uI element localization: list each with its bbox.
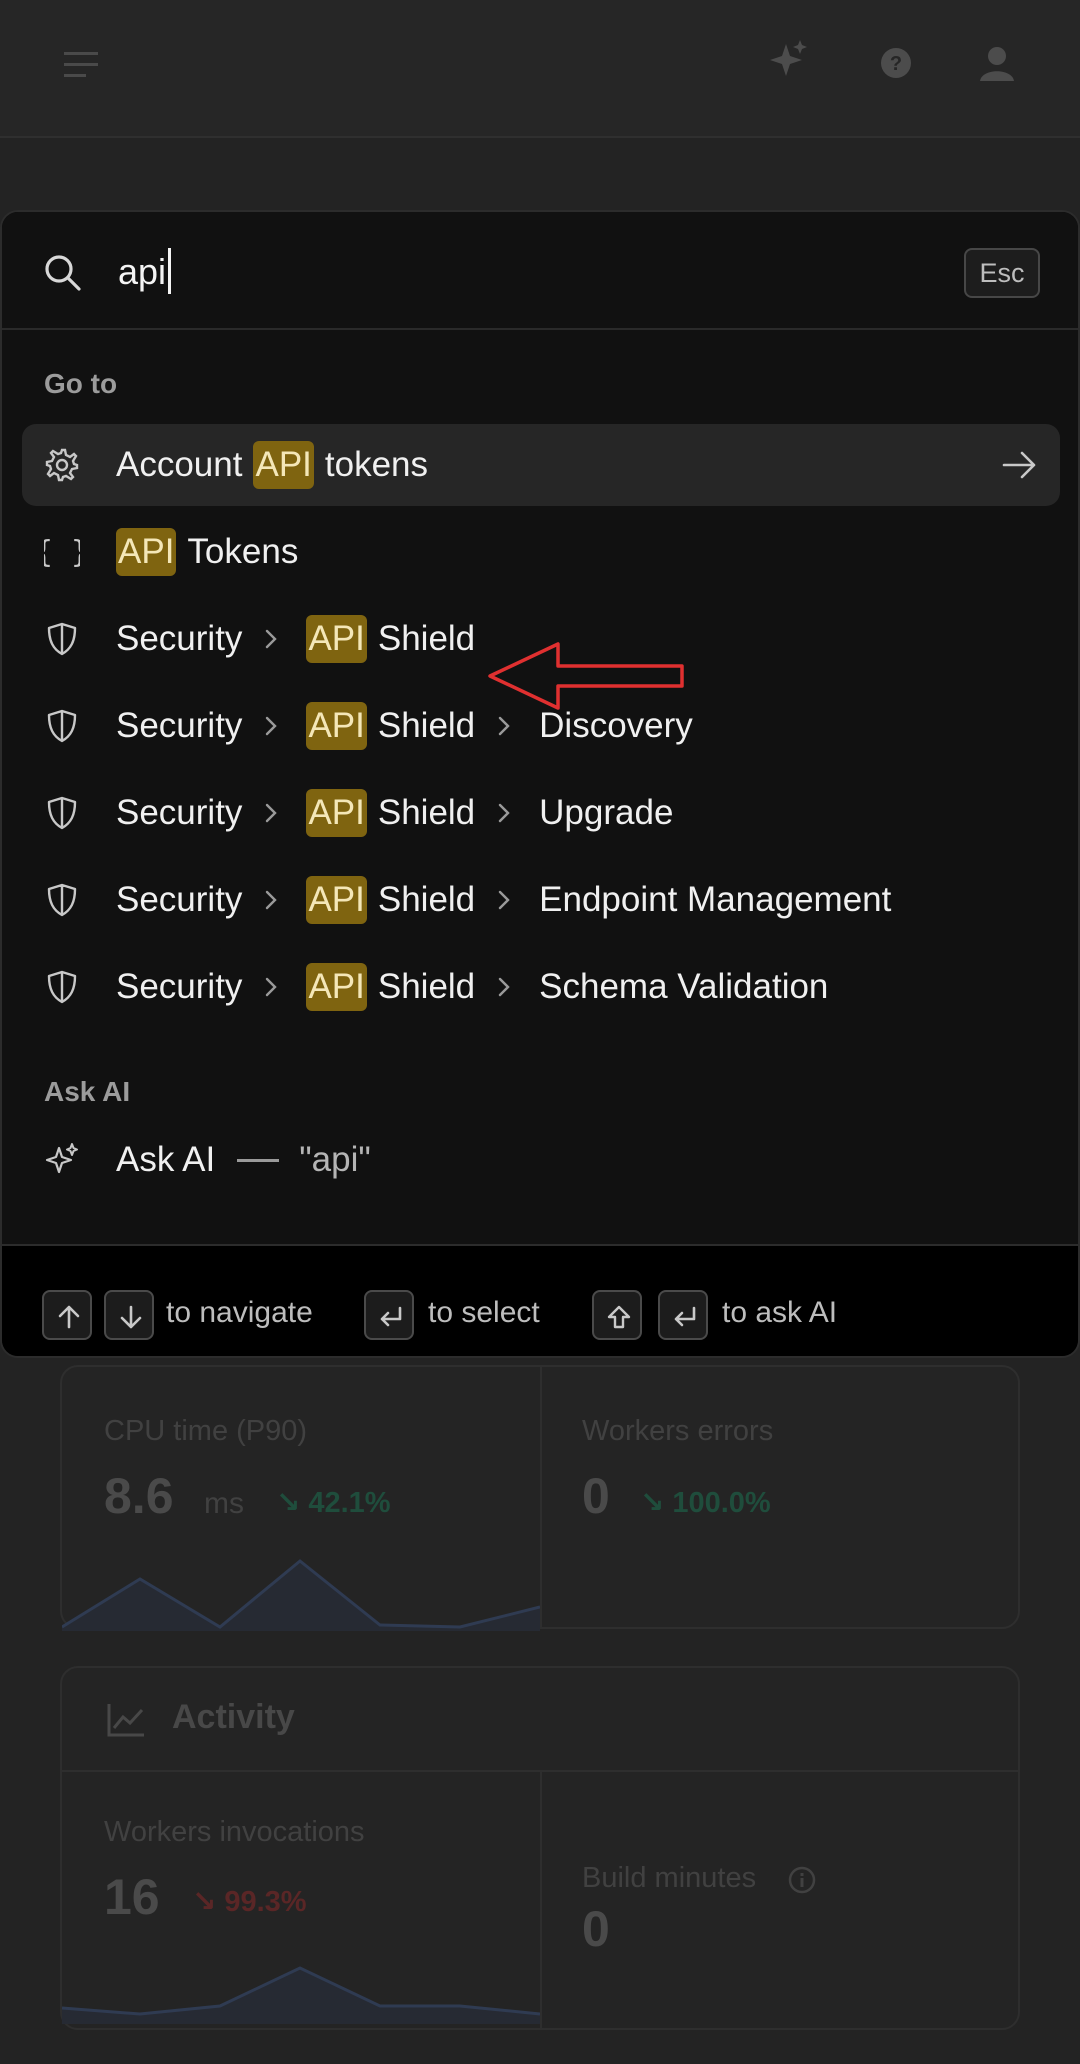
match-highlight: API: [116, 528, 177, 576]
match-highlight: API: [306, 789, 367, 837]
result-label: Shield: [377, 619, 476, 658]
shield-icon: [44, 708, 80, 744]
esc-button[interactable]: Esc: [964, 248, 1040, 298]
shift-key-icon: [592, 1290, 642, 1340]
match-highlight: API: [306, 702, 367, 750]
gear-icon: [44, 447, 80, 483]
chevron-right-icon: [242, 975, 306, 999]
ask-ai-label: Ask AI: [116, 1140, 216, 1179]
result-api-shield-upgrade[interactable]: Security API Shield Upgrade: [22, 772, 1060, 854]
chevron-right-icon: [242, 714, 306, 738]
menu-icon[interactable]: [62, 48, 102, 82]
breadcrumb-label: Security: [116, 880, 243, 919]
enter-key-icon: [364, 1290, 414, 1340]
hint-ask-ai: to ask AI: [722, 1296, 838, 1329]
match-highlight: API: [306, 963, 367, 1011]
search-icon: [42, 252, 82, 292]
chart-line-icon: [106, 1702, 146, 1738]
build-minutes-label: Build minutes: [582, 1862, 757, 1894]
sparkle-icon[interactable]: [766, 38, 810, 82]
chevron-right-icon: [475, 975, 539, 999]
arrow-up-key-icon: [42, 1290, 92, 1340]
info-icon[interactable]: [788, 1866, 816, 1894]
shield-icon: [44, 882, 80, 918]
user-avatar-icon[interactable]: [978, 44, 1016, 82]
breadcrumb-label: Shield: [377, 706, 476, 745]
section-label-ask-ai: Ask AI: [44, 1076, 131, 1107]
invocations-delta: ↘ 99.3%: [192, 1886, 307, 1918]
breadcrumb-label: Shield: [377, 793, 476, 832]
chevron-right-icon: [242, 801, 306, 825]
ask-ai-query: "api": [299, 1140, 371, 1179]
breadcrumb-label: Security: [116, 619, 243, 658]
breadcrumb-label: Security: [116, 967, 243, 1006]
breadcrumb-label: Security: [116, 793, 243, 832]
braces-icon: { }: [44, 534, 80, 570]
invocations-sparkline: [62, 1966, 540, 2024]
svg-text:{ }: { }: [44, 535, 80, 570]
shield-icon: [44, 969, 80, 1005]
workers-errors-value: 0: [582, 1468, 610, 1524]
build-minutes-value: 0: [582, 1901, 610, 1957]
chevron-right-icon: [242, 627, 306, 651]
result-label: Schema Validation: [539, 967, 829, 1006]
enter-key-icon: [658, 1290, 708, 1340]
svg-text:?: ?: [890, 53, 902, 75]
result-label: tokens: [324, 445, 429, 484]
cpu-time-sparkline: [62, 1559, 540, 1631]
arrow-down-key-icon: [104, 1290, 154, 1340]
chevron-right-icon: [242, 888, 306, 912]
shield-icon: [44, 795, 80, 831]
metrics-card: CPU time (P90) 8.6 ms ↘ 42.1% Workers er…: [60, 1365, 1020, 1631]
chevron-right-icon: [475, 714, 539, 738]
chevron-right-icon: [475, 888, 539, 912]
sparkle-icon: [44, 1142, 80, 1178]
invocations-value: 16: [104, 1869, 160, 1925]
dash-separator: [237, 1158, 280, 1162]
help-icon[interactable]: ?: [880, 47, 912, 79]
result-account-api-tokens[interactable]: Account API tokens: [22, 424, 1060, 506]
match-highlight: API: [253, 441, 314, 489]
cpu-time-label: CPU time (P90): [104, 1415, 308, 1447]
cpu-time-unit: ms: [204, 1487, 244, 1520]
search-row: Esc: [2, 212, 1078, 330]
result-label: Tokens: [187, 532, 299, 571]
cpu-time-delta: ↘ 42.1%: [276, 1487, 391, 1519]
breadcrumb-label: Shield: [377, 967, 476, 1006]
keyboard-hints: to navigate to select to ask AI: [2, 1248, 1078, 1356]
activity-card: Activity Workers invocations 16 ↘ 99.3% …: [60, 1666, 1020, 2030]
ask-ai-item[interactable]: Ask AI "api": [22, 1119, 1060, 1201]
annotation-arrow-icon: [488, 642, 684, 710]
hint-navigate: to navigate: [166, 1296, 313, 1329]
invocations-label: Workers invocations: [104, 1816, 365, 1848]
arrow-right-icon: [1002, 450, 1038, 480]
result-label: Upgrade: [539, 793, 674, 832]
result-api-shield-schema-validation[interactable]: Security API Shield Schema Validation: [22, 946, 1060, 1028]
chevron-right-icon: [475, 801, 539, 825]
result-api-shield-endpoint-management[interactable]: Security API Shield Endpoint Management: [22, 859, 1060, 941]
result-label: Account: [116, 445, 243, 484]
cpu-time-value: 8.6: [104, 1468, 174, 1524]
hint-select: to select: [428, 1296, 540, 1329]
top-bar: ?: [0, 0, 1080, 138]
breadcrumb-label: Shield: [377, 880, 476, 919]
shield-icon: [44, 621, 80, 657]
text-caret: [168, 248, 171, 294]
search-input[interactable]: [118, 242, 718, 302]
breadcrumb-label: Security: [116, 706, 243, 745]
section-label-goto: Go to: [44, 368, 118, 399]
workers-errors-delta: ↘ 100.0%: [640, 1487, 771, 1519]
result-label: Endpoint Management: [539, 880, 892, 919]
result-api-tokens[interactable]: { } API Tokens: [22, 511, 1060, 593]
activity-header: Activity: [62, 1668, 1018, 1772]
activity-title: Activity: [172, 1698, 295, 1736]
workers-errors-label: Workers errors: [582, 1415, 774, 1447]
match-highlight: API: [306, 615, 367, 663]
match-highlight: API: [306, 876, 367, 924]
command-palette: Esc Go to Account API tokens { } API Tokens: [0, 210, 1080, 1358]
